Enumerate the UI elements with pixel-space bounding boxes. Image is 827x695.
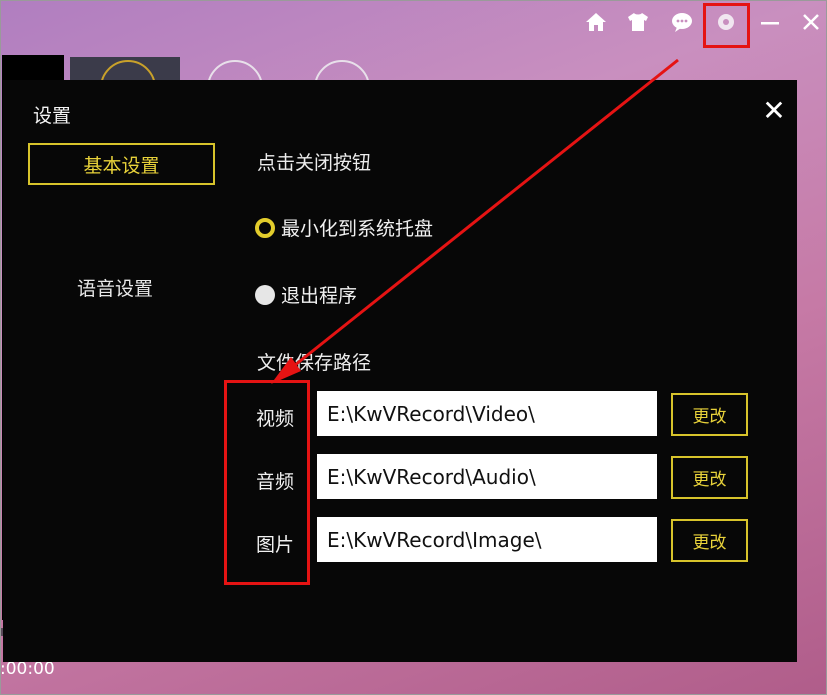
- video-path-field[interactable]: E:\KwVRecord\Video\: [317, 391, 657, 436]
- nav-basic-settings[interactable]: 基本设置: [28, 143, 215, 185]
- settings-dialog: 设置 ✕ 基本设置 语音设置 点击关闭按钮 最小化到系统托盘 退出程序 文件保存…: [3, 80, 797, 662]
- minimize-icon[interactable]: [758, 10, 782, 34]
- dialog-close-button[interactable]: ✕: [761, 97, 787, 125]
- playback-time: :00:00: [0, 659, 55, 679]
- home-icon[interactable]: [584, 10, 608, 34]
- radio-label: 退出程序: [281, 285, 358, 307]
- radio-option-exit[interactable]: 退出程序: [255, 281, 357, 308]
- audio-path-field[interactable]: E:\KwVRecord\Audio\: [317, 454, 657, 499]
- change-image-path-button[interactable]: 更改: [671, 519, 748, 562]
- nav-voice-settings[interactable]: 语音设置: [77, 274, 153, 301]
- image-path-field[interactable]: E:\KwVRecord\Image\: [317, 517, 657, 562]
- close-icon[interactable]: [799, 10, 823, 34]
- radio-unchecked-icon[interactable]: [255, 284, 275, 305]
- change-audio-path-button[interactable]: 更改: [671, 456, 748, 499]
- dialog-title: 设置: [33, 105, 72, 127]
- tshirt-icon[interactable]: [626, 10, 650, 34]
- radio-label: 最小化到系统托盘: [281, 218, 434, 240]
- change-video-path-button[interactable]: 更改: [671, 393, 748, 436]
- annotation-box-path-labels: [224, 380, 310, 585]
- close-behavior-heading: 点击关闭按钮: [257, 152, 372, 174]
- radio-option-minimize[interactable]: 最小化到系统托盘: [255, 214, 433, 241]
- radio-checked-icon[interactable]: [255, 217, 275, 238]
- save-path-heading: 文件保存路径: [257, 352, 372, 374]
- annotation-box-gear: [703, 3, 750, 48]
- chat-icon[interactable]: [670, 10, 694, 34]
